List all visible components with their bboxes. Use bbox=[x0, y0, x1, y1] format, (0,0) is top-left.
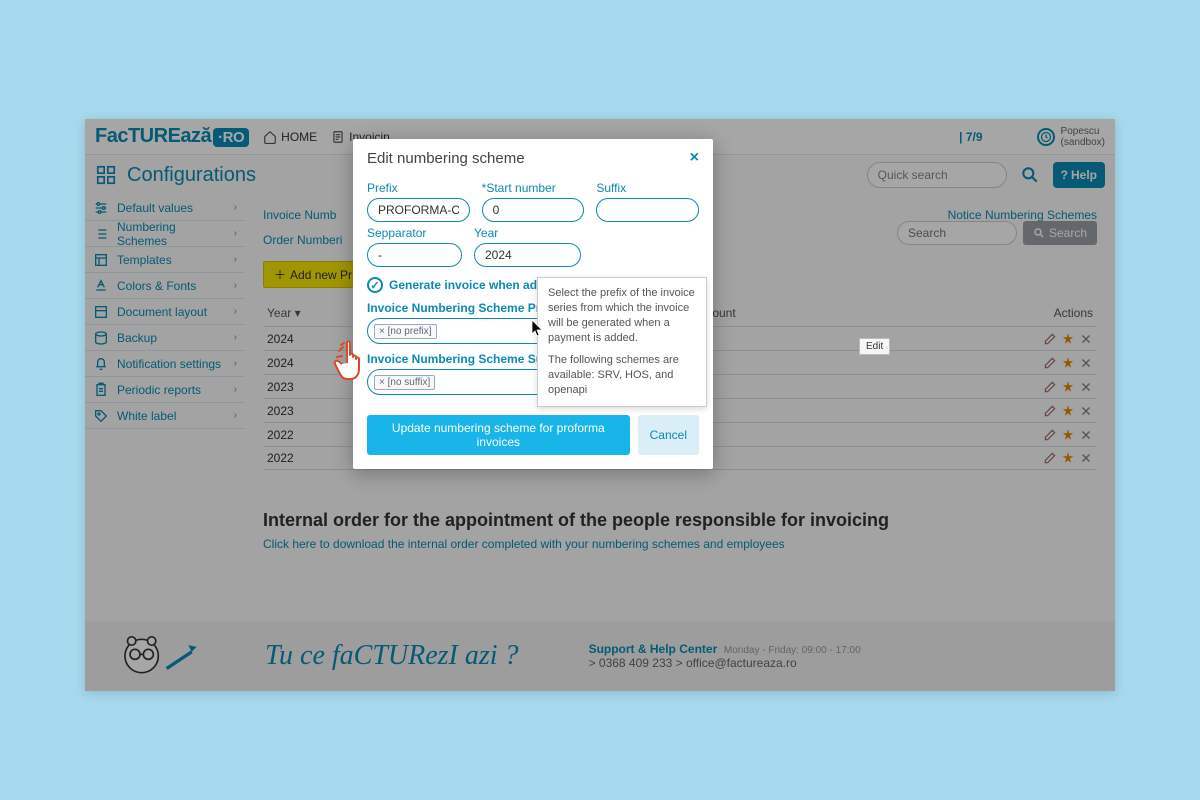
year-input[interactable] bbox=[474, 243, 581, 267]
pointing-hand-cursor-icon bbox=[333, 333, 373, 383]
generate-invoice-checkbox[interactable]: ✓ bbox=[367, 277, 383, 293]
scheme-suffix-tag[interactable]: × [no suffix] bbox=[374, 375, 435, 390]
suffix-label: Suffix bbox=[596, 181, 699, 195]
start-number-input[interactable] bbox=[482, 198, 585, 222]
start-number-label: *Start number bbox=[482, 181, 585, 195]
scheme-prefix-label: Invoice Numbering Scheme Prefix bbox=[367, 301, 561, 315]
scheme-prefix-tooltip: Select the prefix of the invoice series … bbox=[537, 277, 707, 407]
prefix-label: Prefix bbox=[367, 181, 470, 195]
modal-title: Edit numbering scheme bbox=[367, 150, 525, 167]
year-label: Year bbox=[474, 226, 581, 240]
update-button[interactable]: Update numbering scheme for proforma inv… bbox=[367, 415, 630, 455]
tooltip-line2: The following schemes are available: SRV… bbox=[548, 353, 696, 398]
scheme-suffix-label: Invoice Numbering Scheme Suffix bbox=[367, 352, 561, 366]
edit-action-tooltip: Edit bbox=[859, 338, 890, 355]
modal-close-button[interactable]: × bbox=[690, 149, 699, 167]
mouse-cursor-icon bbox=[531, 319, 545, 340]
separator-label: Sepparator bbox=[367, 226, 462, 240]
suffix-input[interactable] bbox=[596, 198, 699, 222]
scheme-prefix-tag[interactable]: × [no prefix] bbox=[374, 324, 437, 339]
prefix-input[interactable] bbox=[367, 198, 470, 222]
tooltip-line1: Select the prefix of the invoice series … bbox=[548, 286, 696, 345]
cancel-button[interactable]: Cancel bbox=[638, 415, 699, 455]
separator-input[interactable] bbox=[367, 243, 462, 267]
